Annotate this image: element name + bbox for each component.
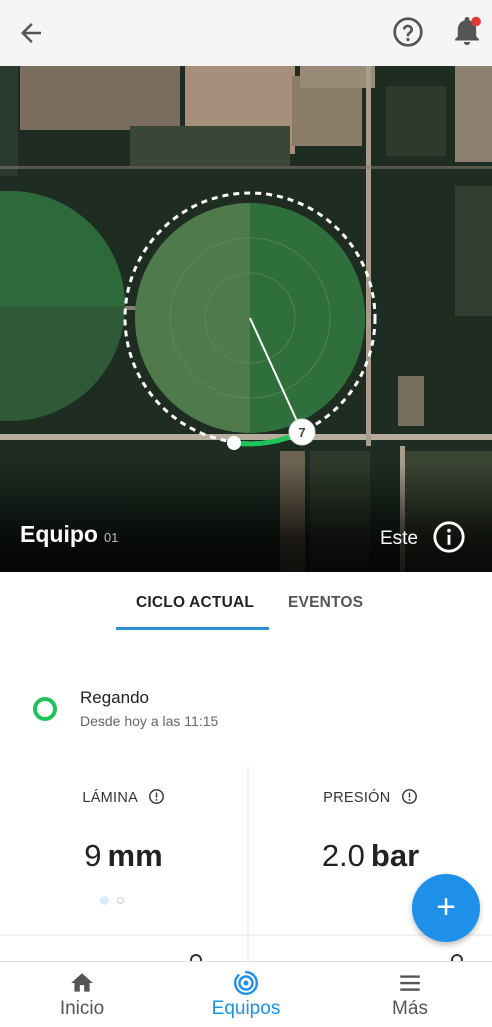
pivot-start-marker <box>227 436 241 450</box>
irrigation-status: Regando Desde hoy a las 11:15 <box>0 670 492 760</box>
metric-card-peek <box>0 936 247 966</box>
metric-label: LÁMINA <box>0 788 247 806</box>
nav-label: Inicio <box>59 998 105 1019</box>
bell-icon[interactable] <box>450 14 484 48</box>
nav-item-equipos[interactable]: Equipos <box>164 962 328 1027</box>
equipment-title: Equipo 01 <box>20 521 118 548</box>
tab-eventos[interactable]: EVENTOS <box>288 594 363 612</box>
metric-label-text: LÁMINA <box>82 790 138 806</box>
nav-item-inicio[interactable]: Inicio <box>0 962 164 1027</box>
app-bar <box>0 0 492 66</box>
tab-ciclo-actual[interactable]: CICLO ACTUAL <box>136 594 254 612</box>
page-dot-active <box>100 896 109 905</box>
nav-label: Equipos <box>211 998 281 1019</box>
add-button[interactable]: + <box>412 874 480 942</box>
bottom-navigation: Inicio Equipos Más <box>0 961 492 1027</box>
metric-number: 2.0 <box>321 838 365 873</box>
metric-unit: bar <box>370 838 420 873</box>
info-circle-icon[interactable] <box>432 520 466 554</box>
info-circle-icon[interactable] <box>401 788 418 805</box>
notification-dot <box>471 16 481 27</box>
metric-card-lamina[interactable]: LÁMINA 9 mm <box>0 766 247 934</box>
map-view[interactable]: 7 Equipo 01 Este <box>0 66 492 572</box>
status-ring-icon <box>33 697 57 721</box>
tab-bar: CICLO ACTUAL EVENTOS <box>0 572 492 632</box>
pivot-marker-label: 7 <box>298 425 305 440</box>
pivot-icon <box>233 970 259 996</box>
menu-icon <box>400 975 420 991</box>
help-circle-icon[interactable] <box>392 16 424 48</box>
metric-label-text: PRESIÓN <box>323 790 391 806</box>
metrics-grid: LÁMINA 9 mm PRESIÓN 2.0 bar <box>0 766 492 966</box>
direction-label: Este <box>380 528 419 549</box>
metric-value: 9 mm <box>0 838 247 874</box>
metric-number: 9 <box>84 838 102 873</box>
nav-label: Más <box>392 998 428 1019</box>
page-dot <box>117 897 124 904</box>
metric-unit: mm <box>107 838 163 873</box>
status-title: Regando <box>80 688 150 707</box>
map-gradient <box>0 462 492 572</box>
tab-indicator <box>116 627 269 630</box>
metric-label: PRESIÓN <box>249 788 492 806</box>
status-subtitle: Desde hoy a las 11:15 <box>80 713 219 729</box>
arrow-left-icon[interactable] <box>16 18 46 48</box>
equipment-name: Equipo <box>20 521 98 547</box>
nav-item-mas[interactable]: Más <box>328 962 492 1027</box>
equipment-subtitle: 01 <box>103 530 119 545</box>
home-icon <box>71 973 93 992</box>
info-circle-icon[interactable] <box>148 788 165 805</box>
metric-value: 2.0 bar <box>249 838 492 874</box>
